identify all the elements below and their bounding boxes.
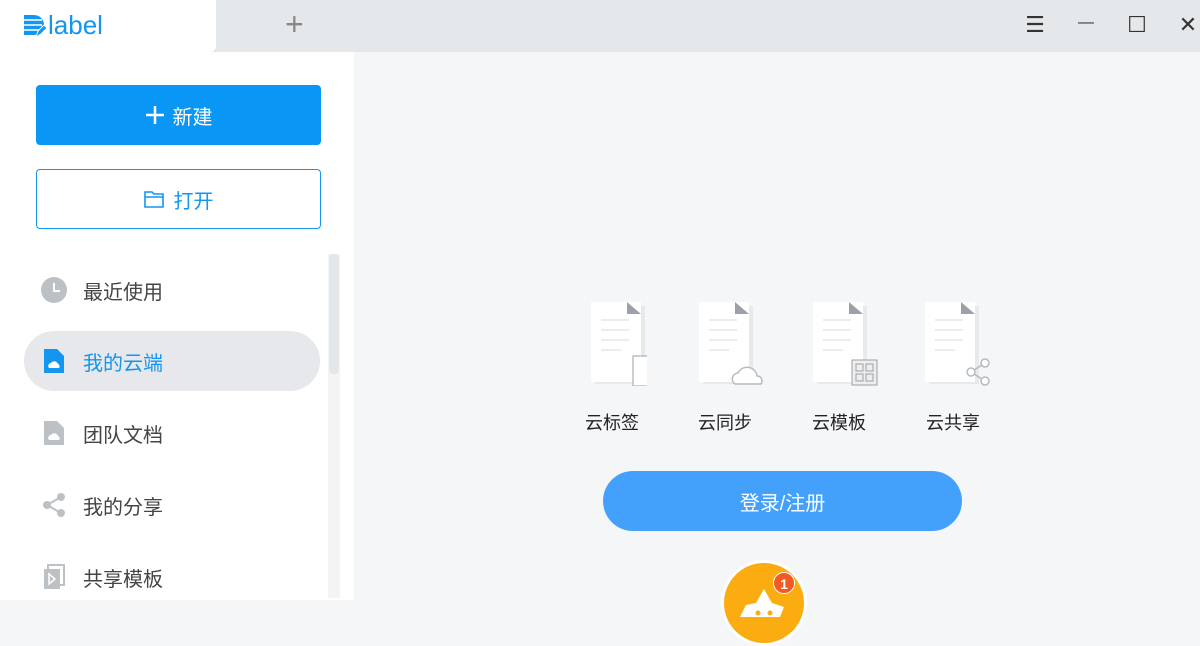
cloud-file-icon (44, 349, 64, 373)
new-tab-button[interactable]: + (285, 8, 304, 40)
maximize-button[interactable]: ☐ (1123, 12, 1151, 38)
sidebar-item-team-docs[interactable]: 团队文档 (24, 403, 320, 463)
folder-icon (143, 191, 164, 208)
feature-label: 云标签 (585, 413, 639, 433)
home-tab[interactable]: label (0, 0, 216, 52)
mascot-icon[interactable] (721, 560, 807, 646)
menu-button[interactable]: ☰ (1021, 12, 1049, 38)
feature-label: 云共享 (926, 413, 980, 433)
feature-cloud-share: 云共享 (908, 302, 998, 435)
cloud-sync-icon (699, 302, 763, 385)
feature-cloud-sync: 云同步 (680, 302, 770, 435)
sidebar-item-label: 我的分享 (83, 496, 163, 519)
feature-cloud-label: 云标签 (567, 302, 657, 435)
title-bar: label + ☰ — ☐ ✕ (0, 0, 1200, 52)
login-register-button[interactable]: 登录/注册 (603, 471, 962, 531)
sidebar-item-my-cloud[interactable]: 我的云端 (24, 331, 320, 391)
minimize-button[interactable]: — (1072, 14, 1100, 32)
plus-icon (145, 106, 164, 124)
sidebar-item-shared-templates[interactable]: 共享模板 (24, 547, 320, 607)
team-file-icon (44, 421, 64, 445)
feature-label: 云模板 (812, 413, 866, 433)
share-icon (43, 493, 65, 517)
clock-icon (41, 277, 67, 303)
template-icon (44, 564, 65, 589)
notification-badge: 1 (773, 572, 795, 594)
open-button[interactable]: 打开 (36, 169, 321, 229)
app-logo: label (22, 10, 103, 41)
sidebar-item-label: 我的云端 (83, 352, 163, 375)
scrollbar-thumb[interactable] (329, 254, 339, 374)
new-button[interactable]: 新建 (36, 85, 321, 145)
sidebar-item-label: 团队文档 (83, 424, 163, 447)
feature-cloud-template: 云模板 (794, 302, 884, 435)
new-button-label: 新建 (172, 106, 213, 129)
sidebar-item-label: 共享模板 (83, 568, 163, 591)
sidebar-item-recent[interactable]: 最近使用 (24, 260, 320, 320)
open-button-label: 打开 (173, 190, 214, 213)
cloud-label-icon (591, 302, 654, 387)
cloud-share-icon (925, 302, 990, 386)
feature-label: 云同步 (698, 413, 752, 433)
sidebar: 新建 打开 最近使用 我的云端 团队文档 我的分享 共享模板 (0, 52, 354, 600)
sidebar-item-label: 最近使用 (83, 281, 163, 304)
logo-icon (24, 14, 48, 38)
sidebar-item-my-shares[interactable]: 我的分享 (24, 475, 320, 535)
sidebar-scrollbar[interactable] (328, 254, 340, 598)
close-button[interactable]: ✕ (1174, 12, 1200, 38)
cloud-template-icon (813, 302, 878, 386)
logo-text: label (48, 10, 103, 40)
